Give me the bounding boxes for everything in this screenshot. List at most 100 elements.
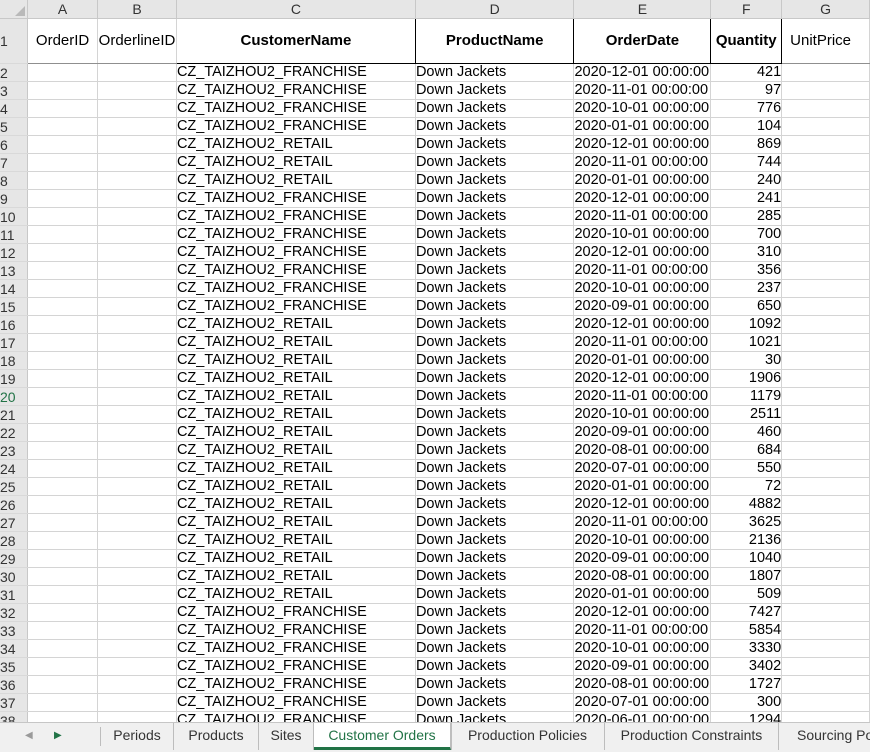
cell-unitprice[interactable]: [781, 63, 870, 82]
cell-customername[interactable]: CZ_TAIZHOU2_RETAIL: [176, 549, 416, 568]
cell-unitprice[interactable]: [781, 243, 870, 262]
cell-unitprice[interactable]: [781, 279, 870, 298]
cell-orderdate[interactable]: 2020-11-01 00:00:00: [573, 153, 712, 172]
cell-orderlineid[interactable]: [97, 639, 177, 658]
cell-orderlineid[interactable]: [97, 333, 177, 352]
cell-orderlineid[interactable]: [97, 585, 177, 604]
cell-orderdate[interactable]: 2020-10-01 00:00:00: [573, 225, 712, 244]
cell-quantity[interactable]: 684: [710, 441, 783, 460]
cell-orderid[interactable]: [27, 477, 99, 496]
cell-orderdate[interactable]: 2020-12-01 00:00:00: [573, 63, 712, 82]
cell-orderlineid[interactable]: [97, 711, 177, 722]
cell-quantity[interactable]: 700: [710, 225, 783, 244]
cell-productname[interactable]: Down Jackets: [415, 297, 575, 316]
cell-quantity[interactable]: 744: [710, 153, 783, 172]
cell-orderlineid[interactable]: [97, 531, 177, 550]
cell-productname[interactable]: Down Jackets: [415, 459, 575, 478]
cell-orderlineid[interactable]: [97, 387, 177, 406]
cell-orderdate[interactable]: 2020-07-01 00:00:00: [573, 693, 712, 712]
cell-orderlineid[interactable]: [97, 405, 177, 424]
triangle-left-icon[interactable]: ◀: [25, 730, 33, 741]
cell-quantity[interactable]: 3402: [710, 657, 783, 676]
cell-orderid[interactable]: [27, 63, 99, 82]
row-number[interactable]: 29: [0, 549, 29, 568]
cell-unitprice[interactable]: [781, 459, 870, 478]
cell-orderlineid[interactable]: [97, 459, 177, 478]
cell-orderlineid[interactable]: [97, 279, 177, 298]
cell-unitprice[interactable]: [781, 423, 870, 442]
cell-orderlineid[interactable]: [97, 261, 177, 280]
cell-orderlineid[interactable]: [97, 567, 177, 586]
cell-orderid[interactable]: [27, 99, 99, 118]
cell-header-orderdate[interactable]: OrderDate: [573, 18, 712, 64]
column-header-b[interactable]: B: [97, 0, 177, 19]
cell-unitprice[interactable]: [781, 585, 870, 604]
cell-orderdate[interactable]: 2020-11-01 00:00:00: [573, 81, 712, 100]
cell-orderid[interactable]: [27, 189, 99, 208]
cell-quantity[interactable]: 1294: [710, 711, 783, 722]
row-number[interactable]: 10: [0, 207, 29, 226]
row-number[interactable]: 23: [0, 441, 29, 460]
cell-productname[interactable]: Down Jackets: [415, 225, 575, 244]
cell-orderid[interactable]: [27, 549, 99, 568]
tab-sourcing-policies[interactable]: Sourcing Po: [779, 723, 870, 750]
cell-header-orderlineid[interactable]: OrderlineID: [97, 18, 177, 64]
cell-orderdate[interactable]: 2020-12-01 00:00:00: [573, 315, 712, 334]
cell-orderid[interactable]: [27, 495, 99, 514]
cell-orderid[interactable]: [27, 585, 99, 604]
cell-customername[interactable]: CZ_TAIZHOU2_FRANCHISE: [176, 693, 416, 712]
row-number[interactable]: 24: [0, 459, 29, 478]
cell-orderdate[interactable]: 2020-10-01 00:00:00: [573, 639, 712, 658]
row-number[interactable]: 6: [0, 135, 29, 154]
cell-quantity[interactable]: 240: [710, 171, 783, 190]
cell-header-quantity[interactable]: Quantity: [710, 18, 783, 64]
cell-orderlineid[interactable]: [97, 441, 177, 460]
cell-orderdate[interactable]: 2020-12-01 00:00:00: [573, 603, 712, 622]
cell-orderlineid[interactable]: [97, 189, 177, 208]
cell-orderlineid[interactable]: [97, 603, 177, 622]
cell-productname[interactable]: Down Jackets: [415, 495, 575, 514]
cell-productname[interactable]: Down Jackets: [415, 207, 575, 226]
cell-orderlineid[interactable]: [97, 693, 177, 712]
cell-unitprice[interactable]: [781, 261, 870, 280]
cell-quantity[interactable]: 4882: [710, 495, 783, 514]
cell-orderlineid[interactable]: [97, 153, 177, 172]
cell-customername[interactable]: CZ_TAIZHOU2_FRANCHISE: [176, 279, 416, 298]
cell-unitprice[interactable]: [781, 405, 870, 424]
cell-orderlineid[interactable]: [97, 477, 177, 496]
cell-customername[interactable]: CZ_TAIZHOU2_RETAIL: [176, 495, 416, 514]
cell-orderdate[interactable]: 2020-11-01 00:00:00: [573, 261, 712, 280]
cell-quantity[interactable]: 104: [710, 117, 783, 136]
row-number[interactable]: 22: [0, 423, 29, 442]
cell-orderdate[interactable]: 2020-12-01 00:00:00: [573, 243, 712, 262]
cell-orderdate[interactable]: 2020-10-01 00:00:00: [573, 531, 712, 550]
row-number[interactable]: 11: [0, 225, 29, 244]
cell-productname[interactable]: Down Jackets: [415, 693, 575, 712]
cell-quantity[interactable]: 550: [710, 459, 783, 478]
cell-orderlineid[interactable]: [97, 81, 177, 100]
cell-orderlineid[interactable]: [97, 243, 177, 262]
cell-customername[interactable]: CZ_TAIZHOU2_FRANCHISE: [176, 225, 416, 244]
cell-productname[interactable]: Down Jackets: [415, 171, 575, 190]
cell-customername[interactable]: CZ_TAIZHOU2_RETAIL: [176, 351, 416, 370]
cell-orderid[interactable]: [27, 441, 99, 460]
cell-orderlineid[interactable]: [97, 423, 177, 442]
triangle-right-icon[interactable]: ▶: [54, 730, 62, 741]
cell-orderdate[interactable]: 2020-06-01 00:00:00: [573, 711, 712, 722]
cell-customername[interactable]: CZ_TAIZHOU2_RETAIL: [176, 441, 416, 460]
cell-quantity[interactable]: 72: [710, 477, 783, 496]
cell-unitprice[interactable]: [781, 441, 870, 460]
cell-orderlineid[interactable]: [97, 549, 177, 568]
cell-unitprice[interactable]: [781, 369, 870, 388]
cell-orderid[interactable]: [27, 621, 99, 640]
cell-unitprice[interactable]: [781, 333, 870, 352]
cell-orderdate[interactable]: 2020-10-01 00:00:00: [573, 99, 712, 118]
cell-orderdate[interactable]: 2020-01-01 00:00:00: [573, 585, 712, 604]
cell-orderdate[interactable]: 2020-11-01 00:00:00: [573, 621, 712, 640]
cell-orderlineid[interactable]: [97, 657, 177, 676]
cell-orderdate[interactable]: 2020-08-01 00:00:00: [573, 675, 712, 694]
cell-quantity[interactable]: 650: [710, 297, 783, 316]
cell-productname[interactable]: Down Jackets: [415, 117, 575, 136]
cell-header-customername[interactable]: CustomerName: [176, 18, 416, 64]
cell-orderid[interactable]: [27, 135, 99, 154]
